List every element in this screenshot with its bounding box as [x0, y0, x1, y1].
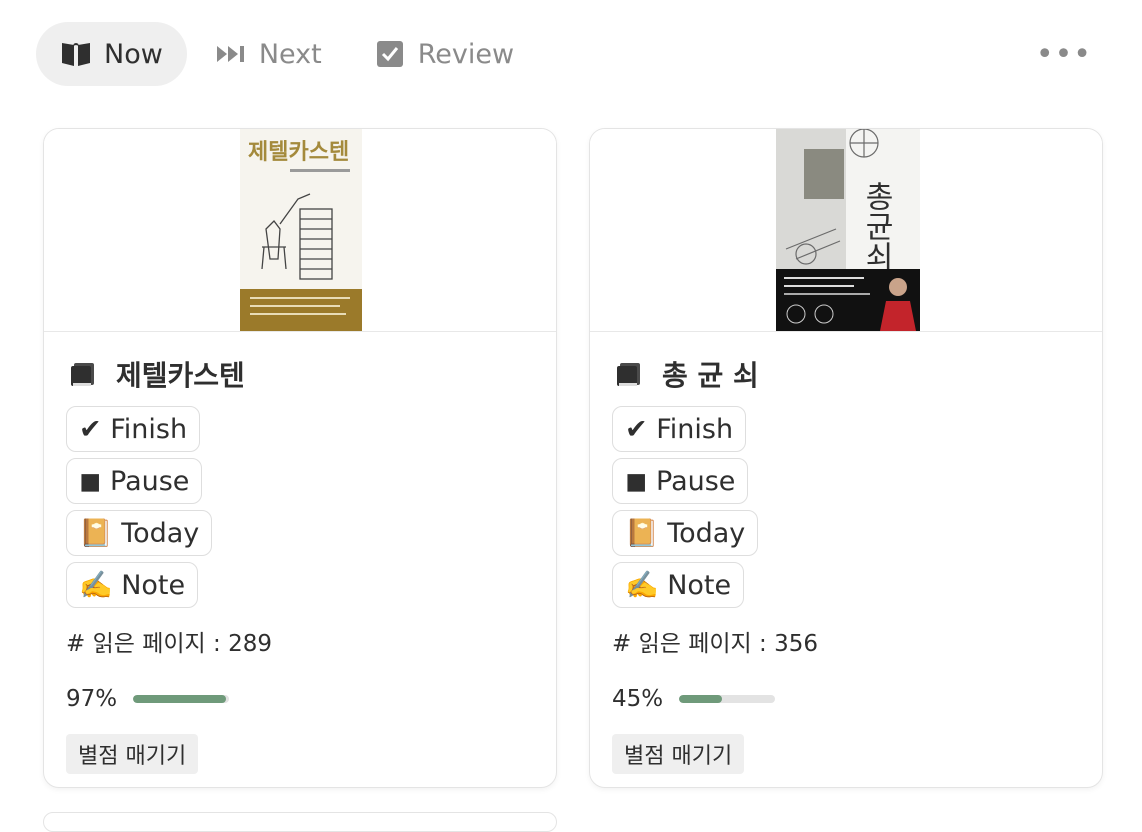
finish-button[interactable]: ✔ Finish — [66, 406, 201, 452]
next-track-icon — [215, 38, 247, 70]
cover-area: 총균쇠 — [590, 129, 1102, 332]
rate-button[interactable]: 별점 매기기 — [612, 734, 745, 774]
finish-button[interactable]: ✔ Finish — [612, 406, 747, 452]
progress-bar — [679, 695, 776, 703]
progress-fill — [133, 695, 227, 703]
progress-bar — [133, 695, 230, 703]
today-button[interactable]: 📔 Today — [66, 510, 213, 556]
book-cover-image: 제텔카스텐 — [240, 129, 362, 331]
open-book-icon — [60, 38, 92, 70]
book-card-partial — [43, 812, 557, 832]
checkbox-icon — [374, 38, 406, 70]
pause-button[interactable]: ◼ Pause — [66, 458, 203, 504]
rate-button[interactable]: 별점 매기기 — [66, 734, 199, 774]
cover-title-text: 제텔카스텐 — [248, 140, 349, 165]
book-title: 총 균 쇠 — [662, 359, 759, 392]
tab-next[interactable]: Next — [191, 22, 346, 86]
tab-review-label: Review — [417, 38, 515, 70]
book-icon — [614, 359, 644, 389]
tab-next-label: Next — [258, 38, 322, 70]
cover-area: 제텔카스텐 — [44, 129, 556, 332]
book-card[interactable]: 총균쇠 총 균 쇠 ✔ Finish ◼ Pause 📔 Today ✍️ No… — [589, 128, 1103, 788]
progress-label: 45% — [612, 686, 664, 712]
progress-fill — [679, 695, 723, 703]
today-button[interactable]: 📔 Today — [612, 510, 759, 556]
pause-button[interactable]: ◼ Pause — [612, 458, 749, 504]
book-cover-image: 총균쇠 — [776, 129, 920, 331]
book-card[interactable]: 제텔카스텐 제텔카스텐 ✔ Finish ◼ Pause 📔 Today ✍️ … — [43, 128, 557, 788]
cover-title-text: 총균쇠 — [859, 181, 894, 271]
tab-now-label: Now — [104, 38, 163, 70]
pages-read: # 읽은 페이지 : 289 — [66, 631, 272, 657]
pages-read: # 읽은 페이지 : 356 — [612, 631, 818, 657]
tab-now[interactable]: Now — [36, 22, 187, 86]
view-tabs: Now Next Review — [36, 22, 542, 86]
tab-review[interactable]: Review — [350, 22, 538, 86]
book-title: 제텔카스텐 — [116, 359, 245, 392]
more-options-button[interactable]: ••• — [1036, 40, 1092, 70]
book-icon — [68, 359, 98, 389]
progress-label: 97% — [66, 686, 118, 712]
note-button[interactable]: ✍️ Note — [612, 562, 745, 608]
note-button[interactable]: ✍️ Note — [66, 562, 199, 608]
